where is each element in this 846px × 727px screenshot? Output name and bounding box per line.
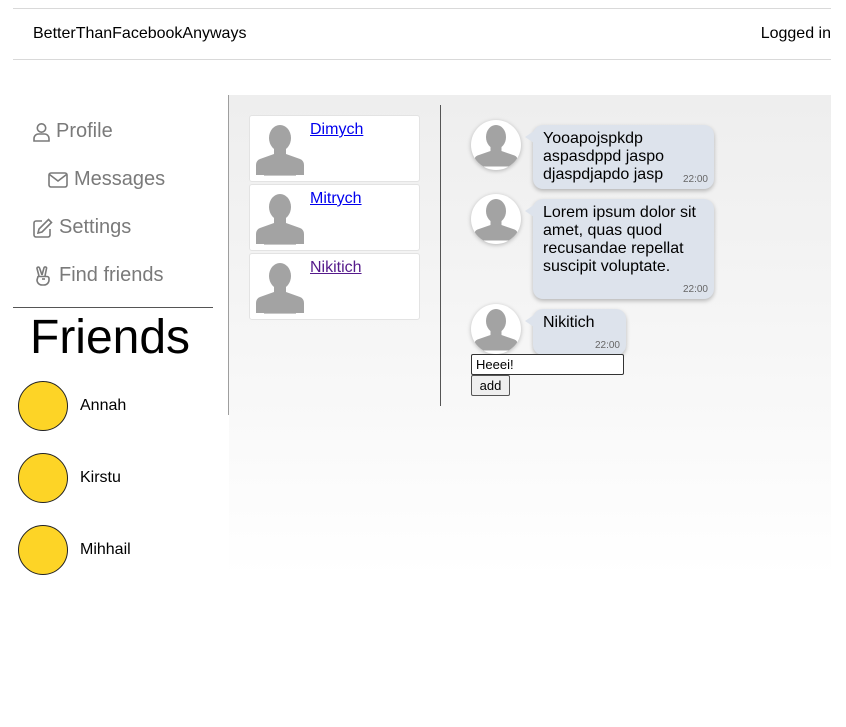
message-bubble: Yooapojspkdp aspasdppd jaspo djaspdjapdo…	[525, 125, 714, 189]
friend-avatar	[18, 381, 68, 431]
dialog-item[interactable]: Nikitich	[249, 253, 420, 320]
dialogs-messages-divider	[440, 105, 441, 406]
dialog-link-dimych[interactable]: Dimych	[310, 121, 363, 139]
message-time: 22:00	[682, 174, 708, 185]
nav-label-messages: Messages	[74, 168, 166, 190]
default-user-avatar-icon	[254, 189, 306, 252]
message-time: 22:00	[682, 284, 708, 295]
person-icon	[33, 122, 50, 142]
nav-item-profile[interactable]: Profile	[33, 120, 113, 143]
dialogs-list: Dimych Mitrych Nikitich	[249, 115, 420, 322]
message-text: Lorem ipsum dolor sit amet, quas quod re…	[543, 204, 696, 275]
friend-item[interactable]: Kirstu	[18, 453, 121, 503]
nav-label-settings: Settings	[59, 216, 132, 238]
friend-item[interactable]: Annah	[18, 381, 126, 431]
brand-name[interactable]: BetterThanFacebookAnyways	[33, 25, 246, 43]
nav-item-find-friends[interactable]: Find friends	[33, 264, 164, 287]
friend-item[interactable]: Mihhail	[18, 525, 131, 575]
dialog-item[interactable]: Mitrych	[249, 184, 420, 251]
friend-avatar	[18, 453, 68, 503]
message-bubble: Nikitich 22:00	[525, 309, 626, 355]
message-text: Yooapojspkdp aspasdppd jaspo djaspdjapdo…	[543, 130, 664, 183]
friends-separator	[13, 307, 213, 308]
message-text: Nikitich	[543, 314, 595, 331]
nav-item-settings[interactable]: Settings	[33, 216, 131, 239]
edit-icon	[33, 217, 53, 238]
sidebar: Profile Messages Settings Find friends F…	[13, 95, 229, 577]
envelope-icon	[48, 171, 68, 188]
message-time: 22:00	[594, 340, 620, 351]
dialog-link-nikitich[interactable]: Nikitich	[310, 259, 362, 277]
dialog-item[interactable]: Dimych	[249, 115, 420, 182]
nav-item-messages[interactable]: Messages	[48, 168, 165, 191]
default-user-avatar-icon	[471, 194, 521, 244]
default-user-avatar-icon	[471, 120, 521, 170]
add-message-button[interactable]: add	[471, 375, 510, 396]
nav-label-find-friends: Find friends	[59, 264, 164, 286]
top-header: BetterThanFacebookAnyways Logged in	[13, 8, 831, 60]
friend-avatar	[18, 525, 68, 575]
friend-name: Mihhail	[80, 541, 131, 558]
default-user-avatar-icon	[254, 120, 306, 183]
message-input[interactable]	[471, 354, 624, 375]
nav-label-profile: Profile	[56, 120, 113, 142]
message-bubble: Lorem ipsum dolor sit amet, quas quod re…	[525, 199, 714, 299]
friend-name: Annah	[80, 397, 127, 414]
dialog-link-mitrych[interactable]: Mitrych	[310, 190, 362, 208]
default-user-avatar-icon	[254, 258, 306, 321]
login-status: Logged in	[760, 25, 831, 42]
friend-name: Kirstu	[80, 469, 121, 486]
dialogs-page: Dimych Mitrych Nikitich Yooapojspkdp asp…	[229, 95, 831, 577]
default-user-avatar-icon	[471, 304, 521, 354]
peace-hand-icon	[33, 265, 53, 286]
friends-title: Friends	[30, 311, 191, 364]
